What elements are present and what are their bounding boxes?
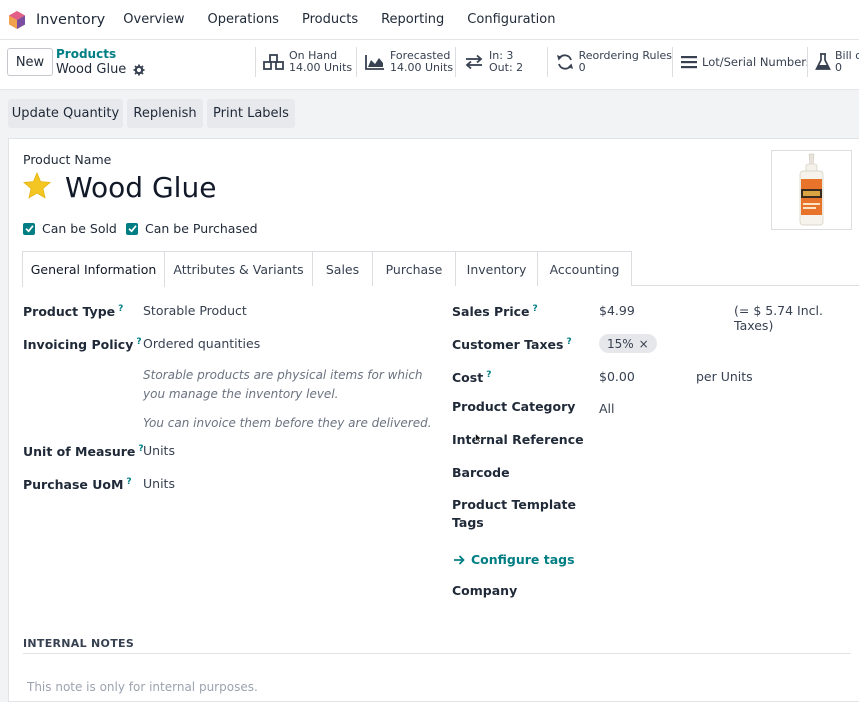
menu-configuration[interactable]: Configuration bbox=[467, 12, 555, 27]
help-icon[interactable]: ? bbox=[566, 337, 571, 347]
internal-notes-field[interactable]: This note is only for internal purposes. bbox=[27, 680, 258, 694]
tab-accounting[interactable]: Accounting bbox=[537, 251, 632, 286]
help-line: Storable products are physical items for… bbox=[143, 368, 423, 382]
app-name[interactable]: Inventory bbox=[36, 12, 105, 28]
bom-value: 0 bbox=[835, 61, 842, 74]
flask-icon bbox=[815, 53, 831, 71]
product-category-field[interactable]: All bbox=[599, 401, 615, 416]
remove-tag-icon[interactable]: × bbox=[639, 337, 649, 351]
product-name-field[interactable]: Wood Glue bbox=[65, 171, 216, 204]
menu-overview[interactable]: Overview bbox=[123, 12, 184, 27]
product-category-label: Product Category bbox=[452, 399, 576, 414]
menu-reporting[interactable]: Reporting bbox=[381, 12, 444, 27]
main-menu: Overview Operations Products Reporting C… bbox=[123, 12, 578, 27]
refresh-icon bbox=[555, 53, 575, 71]
bars-icon bbox=[680, 53, 698, 71]
gear-icon[interactable] bbox=[133, 64, 145, 76]
purchase-uom-label: Purchase UoM? bbox=[23, 477, 132, 493]
product-template-tags-label: Product Template Tags bbox=[452, 497, 576, 530]
can-be-sold-checkbox[interactable]: Can be Sold bbox=[23, 221, 117, 236]
inventory-app-icon[interactable] bbox=[8, 10, 26, 30]
top-navbar: Inventory Overview Operations Products R… bbox=[0, 0, 859, 40]
product-type-help-text: Storable products are physical items for… bbox=[143, 366, 423, 404]
menu-products[interactable]: Products bbox=[302, 12, 358, 27]
tab-general-information[interactable]: General Information bbox=[22, 251, 165, 287]
tab-attributes-variants[interactable]: Attributes & Variants bbox=[164, 251, 313, 286]
lot-serial-button[interactable]: Lot/Serial Numbers bbox=[672, 47, 812, 77]
form-tabs: General Information Attributes & Variant… bbox=[22, 251, 859, 287]
arrow-right-icon bbox=[453, 554, 465, 565]
out-count: Out: 2 bbox=[489, 61, 524, 74]
replenish-button[interactable]: Replenish bbox=[127, 99, 203, 128]
internal-notes-heading: INTERNAL NOTES bbox=[23, 637, 135, 650]
tab-sales[interactable]: Sales bbox=[312, 251, 373, 286]
cost-label: Cost? bbox=[452, 370, 492, 386]
lot-serial-label: Lot/Serial Numbers bbox=[702, 55, 813, 69]
bill-of-materials-button[interactable]: Bill o0 bbox=[807, 47, 859, 77]
tab-inventory[interactable]: Inventory bbox=[455, 251, 538, 286]
product-type-field[interactable]: Storable Product bbox=[143, 303, 247, 318]
menu-operations[interactable]: Operations bbox=[207, 12, 278, 27]
help-icon[interactable]: ? bbox=[486, 370, 491, 380]
incl-taxes-text: (= $ 5.74 Incl. Taxes) bbox=[734, 303, 823, 333]
checkmark-icon bbox=[126, 222, 138, 235]
internal-reference-label: Internal Reference bbox=[452, 432, 584, 447]
on-hand-value: 14.00 Units bbox=[289, 61, 353, 74]
forecasted-button[interactable]: Forecasted 14.00 Units bbox=[356, 47, 455, 77]
checkmark-icon bbox=[23, 222, 35, 235]
update-quantity-button[interactable]: Update Quantity bbox=[8, 99, 123, 128]
reordering-value: 0 bbox=[578, 61, 586, 74]
customer-taxes-label: Customer Taxes? bbox=[452, 337, 572, 353]
mouse-cursor-icon bbox=[475, 431, 483, 446]
reordering-label: Reordering Rules bbox=[578, 49, 672, 62]
sales-price-label: Sales Price? bbox=[452, 304, 538, 320]
help-icon[interactable]: ? bbox=[126, 477, 131, 487]
breadcrumb-parent[interactable]: Products bbox=[56, 47, 116, 61]
help-icon[interactable]: ? bbox=[136, 337, 141, 347]
can-be-purchased-checkbox[interactable]: Can be Purchased bbox=[126, 221, 258, 236]
reordering-rules-button[interactable]: Reordering Rules 0 bbox=[547, 47, 672, 77]
in-out-button[interactable]: In: 3 Out: 2 bbox=[455, 47, 547, 77]
print-labels-button[interactable]: Print Labels bbox=[207, 99, 295, 128]
favorite-star-icon[interactable] bbox=[23, 171, 51, 202]
barcode-label: Barcode bbox=[452, 465, 510, 480]
invoicing-help-text: You can invoice them before they are del… bbox=[143, 416, 432, 430]
product-type-label: Product Type? bbox=[23, 304, 124, 320]
tab-purchase[interactable]: Purchase bbox=[372, 251, 456, 286]
purchase-uom-field[interactable]: Units bbox=[143, 476, 175, 491]
unit-of-measure-label: Unit of Measure? bbox=[23, 444, 144, 460]
cost-field[interactable]: $0.00 bbox=[599, 369, 635, 384]
help-line: you manage the inventory level. bbox=[143, 387, 339, 401]
control-panel: New Products Wood Glue On Hand 14.00 Unit… bbox=[0, 40, 859, 90]
cost-unit-text: per Units bbox=[696, 369, 753, 384]
configure-tags-label: Configure tags bbox=[471, 552, 575, 567]
invoicing-policy-field[interactable]: Ordered quantities bbox=[143, 336, 260, 351]
product-name-label: Product Name bbox=[23, 152, 112, 167]
on-hand-button[interactable]: On Hand 14.00 Units bbox=[255, 47, 356, 77]
unit-of-measure-field[interactable]: Units bbox=[143, 443, 175, 458]
can-be-purchased-label: Can be Purchased bbox=[145, 221, 258, 236]
cubes-icon bbox=[263, 53, 285, 71]
divider bbox=[23, 653, 851, 654]
invoicing-policy-label: Invoicing Policy? bbox=[23, 337, 142, 353]
area-chart-icon bbox=[364, 53, 386, 71]
sales-price-field[interactable]: $4.99 bbox=[599, 303, 635, 318]
help-icon[interactable]: ? bbox=[533, 304, 538, 314]
exchange-icon bbox=[463, 53, 485, 71]
help-icon[interactable]: ? bbox=[118, 304, 123, 314]
tax-tag: 15% × bbox=[599, 334, 657, 353]
new-button[interactable]: New bbox=[7, 48, 53, 76]
configure-tags-link[interactable]: Configure tags bbox=[453, 552, 575, 567]
tax-tag-label: 15% bbox=[607, 336, 634, 351]
product-image[interactable] bbox=[771, 150, 852, 230]
can-be-sold-label: Can be Sold bbox=[42, 221, 117, 236]
breadcrumb-current: Wood Glue bbox=[56, 62, 145, 77]
product-form-sheet: Product Name Wood Glue Can be Sold Can b… bbox=[8, 138, 859, 702]
action-bar: Update Quantity Replenish Print Labels bbox=[0, 91, 859, 137]
company-label: Company bbox=[452, 583, 518, 598]
breadcrumb-current-label: Wood Glue bbox=[56, 62, 127, 77]
forecasted-value: 14.00 Units bbox=[390, 61, 454, 74]
